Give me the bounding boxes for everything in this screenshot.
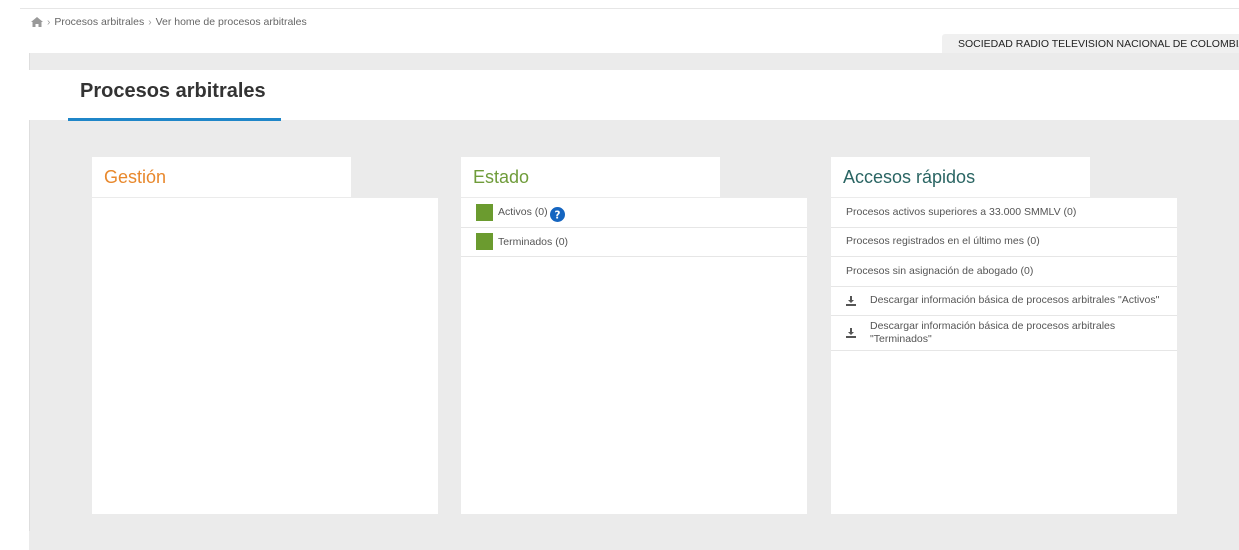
estado-item-label[interactable]: Terminados (0) (498, 236, 568, 248)
acceso-download-activos[interactable]: Descargar información básica de procesos… (831, 287, 1177, 316)
acceso-item[interactable]: Procesos registrados en el último mes (0… (831, 228, 1177, 257)
estado-item-label[interactable]: Activos (0) (498, 206, 548, 218)
accesos-panel: Procesos activos superiores a 33.000 SMM… (831, 198, 1177, 514)
accesos-heading: Accesos rápidos (831, 157, 1090, 197)
entity-name: SOCIEDAD RADIO TELEVISION NACIONAL DE CO… (958, 38, 1239, 50)
title-underline (68, 118, 281, 121)
top-divider (20, 8, 1239, 9)
download-icon (846, 328, 856, 338)
breadcrumb-item-current: Ver home de procesos arbitrales (155, 16, 307, 28)
estado-item-activos[interactable]: Activos (0) ? (461, 198, 807, 228)
svg-text:?: ? (554, 209, 560, 221)
status-swatch (476, 203, 493, 221)
gestion-heading: Gestión (92, 157, 351, 197)
acceso-item-label[interactable]: Descargar información básica de procesos… (870, 320, 1165, 346)
estado-item-terminados[interactable]: Terminados (0) (461, 228, 807, 257)
page-title: Procesos arbitrales (80, 80, 266, 102)
status-swatch (476, 233, 493, 251)
breadcrumb-separator: › (148, 16, 152, 28)
acceso-item-label[interactable]: Procesos registrados en el último mes (0… (846, 235, 1040, 248)
gestion-panel (92, 198, 438, 514)
home-icon[interactable] (31, 17, 43, 27)
acceso-item[interactable]: Procesos sin asignación de abogado (0) (831, 257, 1177, 287)
acceso-item-label[interactable]: Descargar información básica de procesos… (870, 294, 1159, 307)
acceso-item-label[interactable]: Procesos activos superiores a 33.000 SMM… (846, 206, 1076, 219)
acceso-item[interactable]: Procesos activos superiores a 33.000 SMM… (831, 198, 1177, 228)
estado-panel: Activos (0) ? Terminados (0) (461, 198, 807, 514)
download-icon (846, 295, 856, 306)
acceso-download-terminados[interactable]: Descargar información básica de procesos… (831, 316, 1177, 351)
breadcrumb-item-procesos[interactable]: Procesos arbitrales (54, 16, 144, 28)
breadcrumb: › Procesos arbitrales › Ver home de proc… (31, 16, 307, 28)
estado-heading: Estado (461, 157, 720, 197)
panel-border (29, 53, 30, 531)
help-icon[interactable]: ? (549, 206, 565, 222)
entity-tab[interactable]: SOCIEDAD RADIO TELEVISION NACIONAL DE CO… (942, 34, 1239, 54)
acceso-item-label[interactable]: Procesos sin asignación de abogado (0) (846, 265, 1033, 278)
breadcrumb-separator: › (47, 16, 51, 28)
